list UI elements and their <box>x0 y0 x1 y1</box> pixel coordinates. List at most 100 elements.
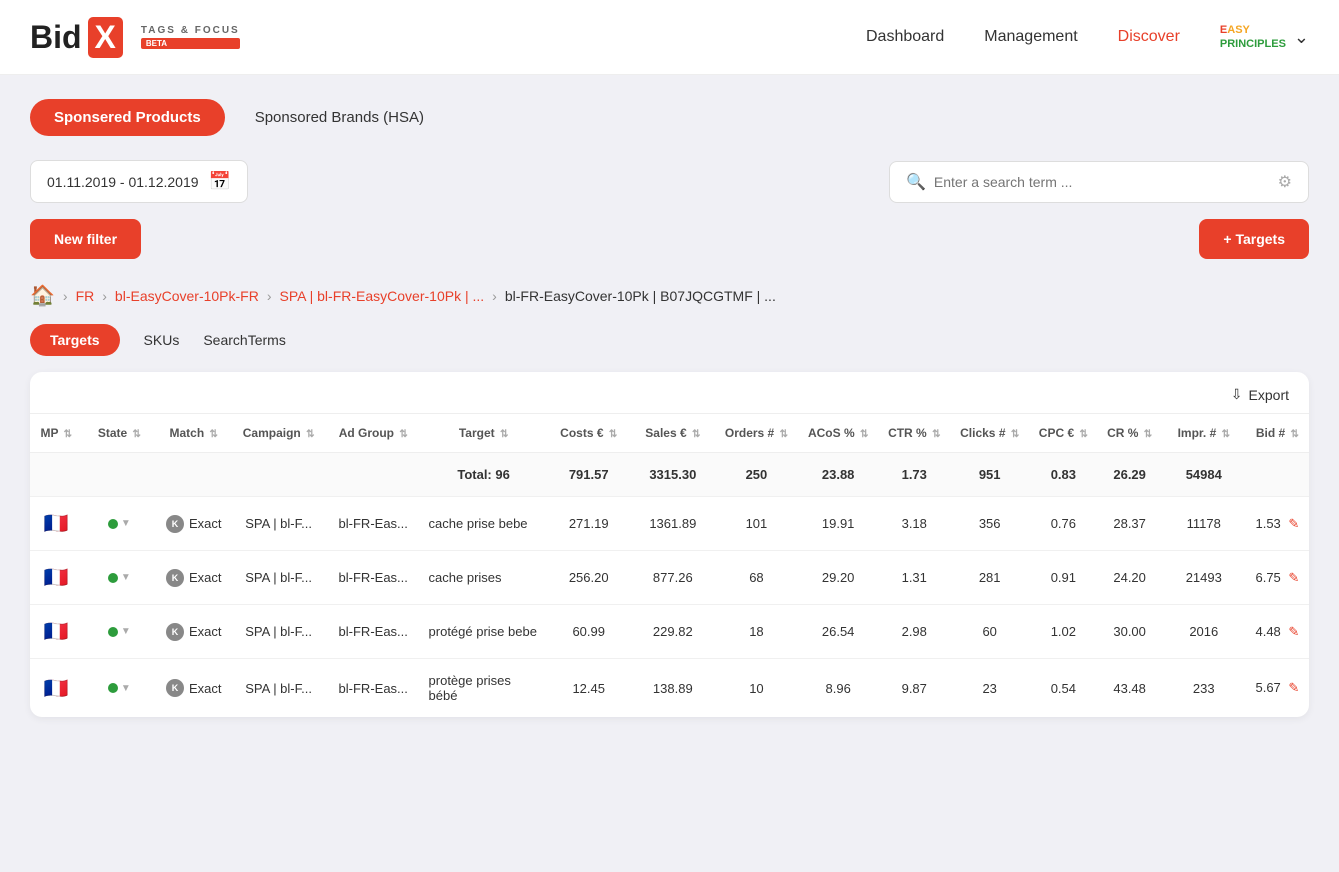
cell-orders: 10 <box>715 659 798 718</box>
cell-costs: 271.19 <box>547 497 631 551</box>
cell-acos: 8.96 <box>798 659 878 718</box>
col-header-match[interactable]: Match ⇅ <box>156 414 231 453</box>
calendar-icon: 📅 <box>209 171 231 192</box>
cell-clicks: 23 <box>950 659 1029 718</box>
edit-bid-icon[interactable]: ✎ <box>1288 680 1299 695</box>
breadcrumb-adgroup[interactable]: SPA | bl-FR-EasyCover-10Pk | ... <box>280 288 485 304</box>
col-header-bid[interactable]: Bid # ⇅ <box>1246 414 1309 453</box>
total-label: Total: 96 <box>421 453 547 497</box>
chevron-down-icon[interactable]: ⌄ <box>1294 27 1309 48</box>
filter-row: 01.11.2019 - 01.12.2019 📅 🔍 ⚙ <box>30 160 1309 203</box>
sub-tabs: Targets SKUs SearchTerms <box>30 324 1309 356</box>
match-type: Exact <box>189 570 222 585</box>
table-total-row: Total: 96 791.57 3315.30 250 23.88 1.73 … <box>30 453 1309 497</box>
table-header-row: MP ⇅ State ⇅ Match ⇅ Campaign ⇅ Ad Group… <box>30 414 1309 453</box>
cell-costs: 256.20 <box>547 551 631 605</box>
app-header: Bid X TAGS & FOCUS BETA Dashboard Manage… <box>0 0 1339 75</box>
export-button[interactable]: ⇩ Export <box>1231 386 1289 403</box>
k-badge: K <box>166 515 184 533</box>
total-state <box>83 453 157 497</box>
sub-tab-skus[interactable]: SKUs <box>144 332 180 348</box>
tab-sponsored-products[interactable]: Sponsered Products <box>30 99 225 136</box>
action-row: New filter + Targets <box>30 219 1309 259</box>
export-icon: ⇩ <box>1231 386 1243 403</box>
sub-tab-targets[interactable]: Targets <box>30 324 120 356</box>
breadcrumb-home-icon[interactable]: 🏠 <box>30 283 55 308</box>
cell-orders: 68 <box>715 551 798 605</box>
cell-flag: 🇫🇷 <box>30 605 83 659</box>
export-row: ⇩ Export <box>30 372 1309 413</box>
col-header-campaign[interactable]: Campaign ⇅ <box>231 414 326 453</box>
table-row: 🇫🇷 ▼ K Exact SPA | bl-F... bl-FR-Eas... … <box>30 605 1309 659</box>
cell-state: ▼ <box>83 659 157 718</box>
edit-bid-icon[interactable]: ✎ <box>1288 624 1299 639</box>
status-arrow[interactable]: ▼ <box>121 626 131 637</box>
cell-bid: 4.48 ✎ <box>1246 605 1309 659</box>
easy-principles-logo: EASY PRINCIPLES <box>1220 23 1286 52</box>
breadcrumb-campaign[interactable]: bl-EasyCover-10Pk-FR <box>115 288 259 304</box>
col-header-mp[interactable]: MP ⇅ <box>30 414 83 453</box>
cell-cpc: 0.91 <box>1029 551 1097 605</box>
targets-table: MP ⇅ State ⇅ Match ⇅ Campaign ⇅ Ad Group… <box>30 413 1309 717</box>
cell-acos: 29.20 <box>798 551 878 605</box>
cell-cr: 28.37 <box>1098 497 1162 551</box>
sub-tab-search-terms[interactable]: SearchTerms <box>203 332 285 348</box>
total-mp <box>30 453 83 497</box>
cell-ctr: 9.87 <box>878 659 950 718</box>
status-arrow[interactable]: ▼ <box>121 683 131 694</box>
logo: Bid X TAGS & FOCUS BETA <box>30 17 240 58</box>
date-picker[interactable]: 01.11.2019 - 01.12.2019 📅 <box>30 160 248 203</box>
cell-target: cache prise bebe <box>421 497 547 551</box>
col-header-clicks[interactable]: Clicks # ⇅ <box>950 414 1029 453</box>
nav-management[interactable]: Management <box>984 28 1077 46</box>
cell-state: ▼ <box>83 497 157 551</box>
total-cr: 26.29 <box>1098 453 1162 497</box>
status-arrow[interactable]: ▼ <box>121 572 131 583</box>
cell-campaign: SPA | bl-F... <box>231 605 326 659</box>
col-header-state[interactable]: State ⇅ <box>83 414 157 453</box>
match-type: Exact <box>189 681 222 696</box>
col-header-impr[interactable]: Impr. # ⇅ <box>1162 414 1246 453</box>
cell-costs: 60.99 <box>547 605 631 659</box>
cell-match: K Exact <box>156 605 231 659</box>
status-arrow[interactable]: ▼ <box>121 518 131 529</box>
edit-bid-icon[interactable]: ✎ <box>1288 516 1299 531</box>
status-dot <box>108 519 118 529</box>
match-type: Exact <box>189 624 222 639</box>
search-input[interactable] <box>934 174 1270 190</box>
cell-sales: 877.26 <box>631 551 715 605</box>
breadcrumb-sep-2: › <box>102 288 107 304</box>
col-header-target[interactable]: Target ⇅ <box>421 414 547 453</box>
settings-icon[interactable]: ⚙ <box>1278 172 1292 192</box>
table-row: 🇫🇷 ▼ K Exact SPA | bl-F... bl-FR-Eas... … <box>30 659 1309 718</box>
col-header-sales[interactable]: Sales € ⇅ <box>631 414 715 453</box>
product-type-tabs: Sponsered Products Sponsored Brands (HSA… <box>30 99 1309 136</box>
col-header-adgroup[interactable]: Ad Group ⇅ <box>326 414 421 453</box>
col-header-costs[interactable]: Costs € ⇅ <box>547 414 631 453</box>
breadcrumb-sep-4: › <box>492 288 497 304</box>
table-row: 🇫🇷 ▼ K Exact SPA | bl-F... bl-FR-Eas... … <box>30 497 1309 551</box>
edit-bid-icon[interactable]: ✎ <box>1288 570 1299 585</box>
add-targets-button[interactable]: + Targets <box>1199 219 1309 259</box>
col-header-cpc[interactable]: CPC € ⇅ <box>1029 414 1097 453</box>
cell-cr: 30.00 <box>1098 605 1162 659</box>
cell-bid: 1.53 ✎ <box>1246 497 1309 551</box>
col-header-cr[interactable]: CR % ⇅ <box>1098 414 1162 453</box>
col-header-orders[interactable]: Orders # ⇅ <box>715 414 798 453</box>
cell-match: K Exact <box>156 497 231 551</box>
tab-sponsored-brands[interactable]: Sponsored Brands (HSA) <box>255 109 424 126</box>
cell-cpc: 1.02 <box>1029 605 1097 659</box>
logo-tags-text: TAGS & FOCUS <box>141 25 240 36</box>
export-label: Export <box>1249 387 1289 403</box>
breadcrumb-sep-1: › <box>63 288 68 304</box>
col-header-ctr[interactable]: CTR % ⇅ <box>878 414 950 453</box>
breadcrumb-fr[interactable]: FR <box>76 288 95 304</box>
nav-dashboard[interactable]: Dashboard <box>866 28 944 46</box>
col-header-acos[interactable]: ACoS % ⇅ <box>798 414 878 453</box>
cell-campaign: SPA | bl-F... <box>231 551 326 605</box>
status-dot <box>108 683 118 693</box>
cell-campaign: SPA | bl-F... <box>231 497 326 551</box>
new-filter-button[interactable]: New filter <box>30 219 141 259</box>
cell-impr: 2016 <box>1162 605 1246 659</box>
nav-discover[interactable]: Discover <box>1118 28 1180 46</box>
